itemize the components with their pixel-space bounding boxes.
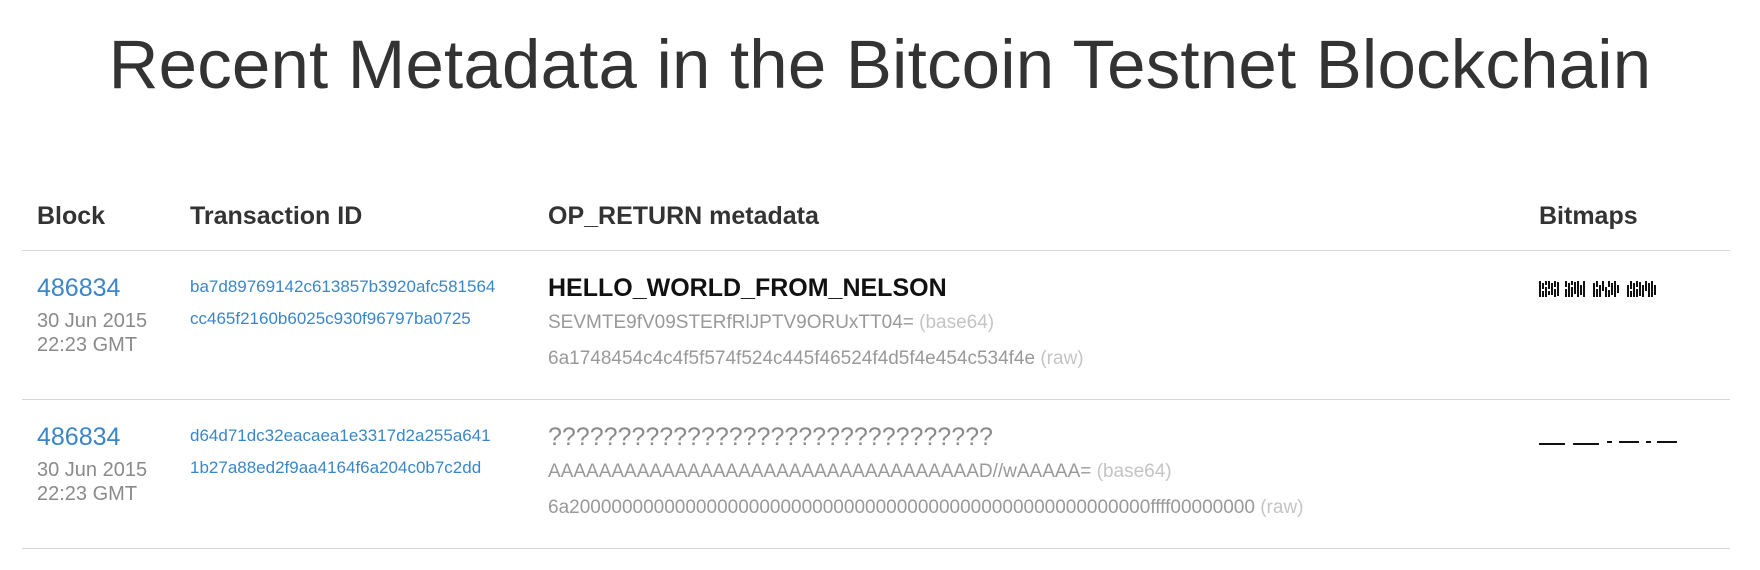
metadata-cell: HELLO_WORLD_FROM_NELSON SEVMTE9fV09STERf… <box>548 271 1084 377</box>
metadata-raw-tag: (raw) <box>1040 348 1084 369</box>
table-row: 486834 30 Jun 2015 22:23 GMT d64d71dc32e… <box>22 400 1730 549</box>
column-header-block: Block <box>37 202 106 230</box>
block-date: 30 Jun 2015 <box>37 310 148 332</box>
block-time: 22:23 GMT <box>37 334 138 356</box>
column-header-transaction-id: Transaction ID <box>190 202 363 230</box>
column-header-metadata: OP_RETURN metadata <box>548 202 819 230</box>
txid-link-part2[interactable]: cc465f2160b6025c930f96797ba0725 <box>190 303 495 335</box>
metadata-base64-line: SEVMTE9fV09STERfRlJPTV9ORUxTT04= (base64… <box>548 305 1084 341</box>
txid-link-part1[interactable]: ba7d89769142c613857b3920afc581564 <box>190 271 495 303</box>
bitmaps-cell <box>1539 277 1689 303</box>
page-title: Recent Metadata in the Bitcoin Testnet B… <box>108 26 1652 103</box>
metadata-raw-line: 6a1748454c4c4f5f574f524c445f46524f4d5f4e… <box>548 341 1084 377</box>
bitmap-image <box>1539 281 1656 297</box>
bitmaps-cell <box>1539 426 1689 452</box>
metadata-text: ???????????????????????????????? <box>548 423 993 451</box>
block-date: 30 Jun 2015 <box>37 459 148 481</box>
metadata-base64-tag: (base64) <box>1096 461 1172 482</box>
metadata-raw-tag: (raw) <box>1260 497 1304 518</box>
txid-link-part1[interactable]: d64d71dc32eacaea1e3317d2a255a641 <box>190 420 491 452</box>
block-link[interactable]: 486834 <box>37 271 147 305</box>
txid-cell: d64d71dc32eacaea1e3317d2a255a641 1b27a88… <box>190 420 491 484</box>
metadata-text: HELLO_WORLD_FROM_NELSON <box>548 274 947 302</box>
metadata-base64-value: AAAAAAAAAAAAAAAAAAAAAAAAAAAAAAAAAAD//wAA… <box>548 461 1092 482</box>
metadata-raw-line: 6a20000000000000000000000000000000000000… <box>548 490 1304 526</box>
metadata-table: Block Transaction ID OP_RETURN metadata … <box>22 190 1730 549</box>
metadata-raw-value: 6a20000000000000000000000000000000000000… <box>548 497 1255 518</box>
bitmap-image <box>1539 441 1677 445</box>
metadata-base64-tag: (base64) <box>919 312 995 333</box>
table-header: Block Transaction ID OP_RETURN metadata … <box>22 190 1730 251</box>
table-row: 486834 30 Jun 2015 22:23 GMT ba7d8976914… <box>22 251 1730 400</box>
metadata-base64-line: AAAAAAAAAAAAAAAAAAAAAAAAAAAAAAAAAAD//wAA… <box>548 454 1304 490</box>
block-time: 22:23 GMT <box>37 483 138 505</box>
metadata-base64-value: SEVMTE9fV09STERfRlJPTV9ORUxTT04= <box>548 312 914 333</box>
txid-link-part2[interactable]: 1b27a88ed2f9aa4164f6a204c0b7c2dd <box>190 452 491 484</box>
metadata-raw-value: 6a1748454c4c4f5f574f524c445f46524f4d5f4e… <box>548 348 1036 369</box>
txid-cell: ba7d89769142c613857b3920afc581564 cc465f… <box>190 271 495 335</box>
column-header-bitmaps: Bitmaps <box>1539 202 1638 230</box>
block-cell: 486834 30 Jun 2015 22:23 GMT <box>37 271 147 357</box>
block-link[interactable]: 486834 <box>37 420 147 454</box>
block-cell: 486834 30 Jun 2015 22:23 GMT <box>37 420 147 506</box>
metadata-cell: ???????????????????????????????? AAAAAAA… <box>548 420 1304 526</box>
